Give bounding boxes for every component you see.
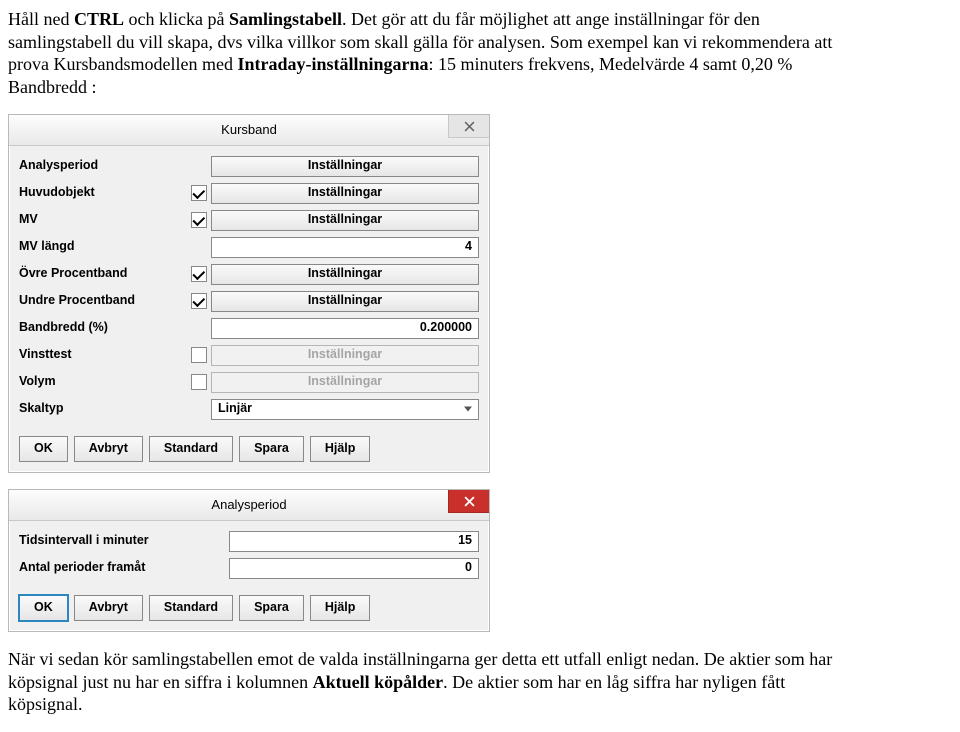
row-mv: MV Inställningar [19, 208, 479, 232]
dialog-body: Tidsintervall i minuter 15 Antal periode… [9, 521, 489, 589]
ovre-settings-button[interactable]: Inställningar [211, 264, 479, 285]
label-volym: Volym [19, 374, 187, 390]
intro-paragraph-1: Håll ned CTRL och klicka på Samlingstabe… [8, 8, 850, 98]
bold-samlingstabell: Samlingstabell [229, 9, 342, 29]
label-huvudobjekt: Huvudobjekt [19, 185, 187, 201]
row-perioder: Antal perioder framåt 0 [19, 556, 479, 580]
analysperiod-dialog: Analysperiod Tidsintervall i minuter 15 … [8, 489, 490, 632]
close-icon [464, 496, 475, 507]
huvudobjekt-checkbox[interactable] [191, 185, 207, 201]
ok-button[interactable]: OK [19, 595, 68, 621]
bandbredd-input[interactable]: 0.200000 [211, 318, 479, 339]
label-undre: Undre Procentband [19, 293, 187, 309]
ovre-checkbox[interactable] [191, 266, 207, 282]
hjalp-button[interactable]: Hjälp [310, 595, 371, 621]
row-analysperiod: Analysperiod Inställningar [19, 154, 479, 178]
undre-settings-button[interactable]: Inställningar [211, 291, 479, 312]
bold-intraday: Intraday-inställningarna [237, 54, 428, 74]
row-huvudobjekt: Huvudobjekt Inställningar [19, 181, 479, 205]
row-bandbredd: Bandbredd (%) 0.200000 [19, 316, 479, 340]
chevron-down-icon [464, 407, 472, 412]
skaltyp-select[interactable]: Linjär [211, 399, 479, 420]
analysperiod-settings-button[interactable]: Inställningar [211, 156, 479, 177]
ok-button[interactable]: OK [19, 436, 68, 462]
tidsintervall-input[interactable]: 15 [229, 531, 479, 552]
outro-paragraph: När vi sedan kör samlingstabellen emot d… [8, 648, 850, 716]
label-perioder: Antal perioder framåt [19, 560, 229, 576]
label-mvlangd: MV längd [19, 239, 187, 255]
mvlangd-input[interactable]: 4 [211, 237, 479, 258]
dialog-title: Analysperiod [211, 497, 286, 513]
button-bar: OK Avbryt Standard Spara Hjälp [9, 589, 489, 631]
standard-button[interactable]: Standard [149, 595, 233, 621]
label-mv: MV [19, 212, 187, 228]
close-button[interactable] [448, 490, 489, 513]
volym-checkbox[interactable] [191, 374, 207, 390]
label-analysperiod: Analysperiod [19, 158, 187, 174]
row-mvlangd: MV längd 4 [19, 235, 479, 259]
hjalp-button[interactable]: Hjälp [310, 436, 371, 462]
row-vinsttest: Vinsttest Inställningar [19, 343, 479, 367]
dialog-title: Kursband [221, 122, 277, 138]
skaltyp-value: Linjär [218, 401, 252, 417]
undre-checkbox[interactable] [191, 293, 207, 309]
label-tidsintervall: Tidsintervall i minuter [19, 533, 229, 549]
kursband-dialog: Kursband Analysperiod Inställningar Huvu… [8, 114, 490, 473]
row-undre: Undre Procentband Inställningar [19, 289, 479, 313]
close-icon [464, 121, 475, 132]
mv-checkbox[interactable] [191, 212, 207, 228]
text: Håll ned [8, 9, 74, 29]
label-ovre: Övre Procentband [19, 266, 187, 282]
label-vinsttest: Vinsttest [19, 347, 187, 363]
vinsttest-settings-button: Inställningar [211, 345, 479, 366]
huvudobjekt-settings-button[interactable]: Inställningar [211, 183, 479, 204]
bold-aktuell-kopalder: Aktuell köpålder [313, 672, 444, 692]
volym-settings-button: Inställningar [211, 372, 479, 393]
label-skaltyp: Skaltyp [19, 401, 187, 417]
mv-settings-button[interactable]: Inställningar [211, 210, 479, 231]
row-tidsintervall: Tidsintervall i minuter 15 [19, 529, 479, 553]
spara-button[interactable]: Spara [239, 436, 304, 462]
label-bandbredd: Bandbredd (%) [19, 320, 187, 336]
close-button[interactable] [448, 115, 489, 138]
dialog-body: Analysperiod Inställningar Huvudobjekt I… [9, 146, 489, 430]
avbryt-button[interactable]: Avbryt [74, 436, 143, 462]
row-volym: Volym Inställningar [19, 370, 479, 394]
button-bar: OK Avbryt Standard Spara Hjälp [9, 430, 489, 472]
perioder-input[interactable]: 0 [229, 558, 479, 579]
text: och klicka på [124, 9, 229, 29]
standard-button[interactable]: Standard [149, 436, 233, 462]
bold-ctrl: CTRL [74, 9, 124, 29]
row-skaltyp: Skaltyp Linjär [19, 397, 479, 421]
spara-button[interactable]: Spara [239, 595, 304, 621]
vinsttest-checkbox[interactable] [191, 347, 207, 363]
row-ovre: Övre Procentband Inställningar [19, 262, 479, 286]
avbryt-button[interactable]: Avbryt [74, 595, 143, 621]
titlebar[interactable]: Kursband [9, 115, 489, 146]
titlebar[interactable]: Analysperiod [9, 490, 489, 521]
